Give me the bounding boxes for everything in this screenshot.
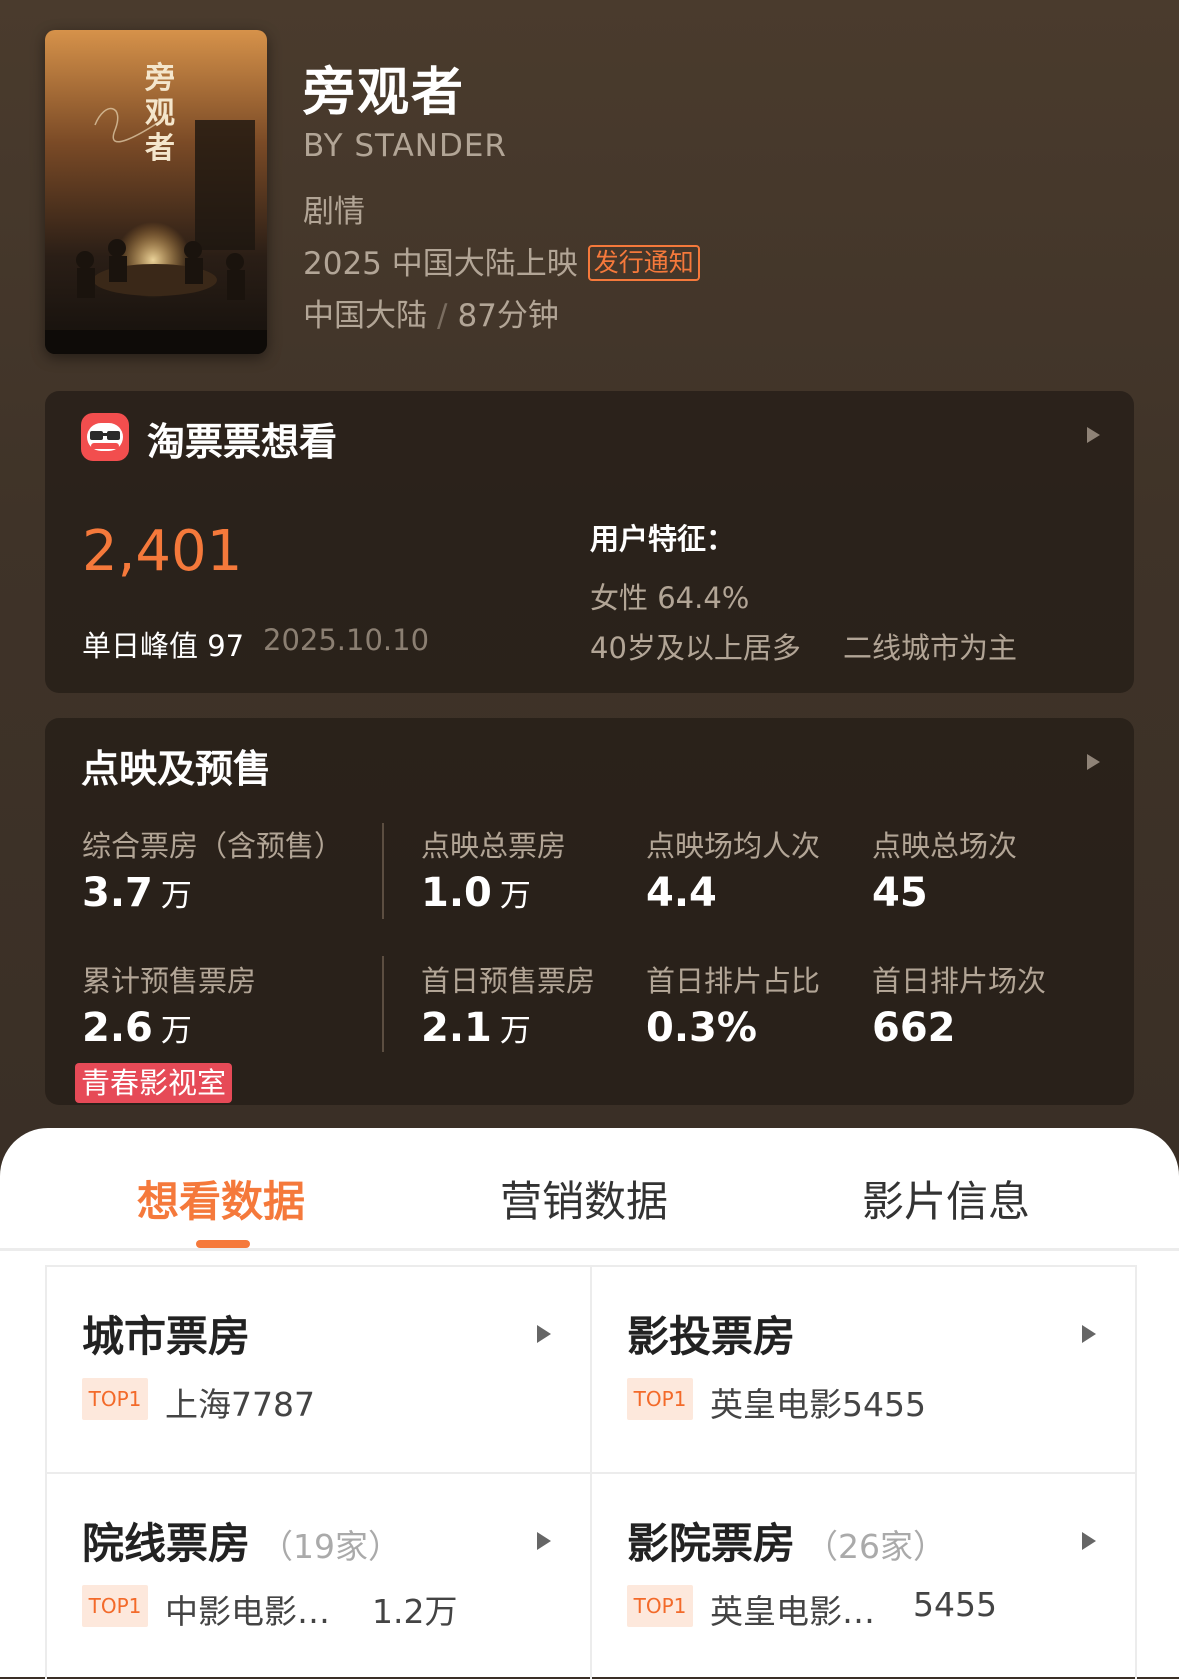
tab-movie-info[interactable]: 影片信息: [862, 1168, 1030, 1229]
stat-label: 点映总票房: [421, 829, 567, 863]
feature-age: 40岁及以上居多: [590, 631, 801, 665]
top1-badge: TOP1: [627, 1585, 693, 1627]
box-office-grid: 城市票房 TOP1 上海7787 影投票房 TOP1 英皇电影5455 院线票房…: [45, 1265, 1137, 1679]
stat-value: 45: [872, 870, 928, 916]
peak-date: 2025.10.10: [263, 623, 430, 657]
cell-title: 影院票房 （26家）: [627, 1519, 947, 1568]
cell-count: （19家）: [260, 1527, 402, 1566]
poster-title-glyph-2: 观: [145, 96, 175, 131]
active-tab-indicator: [196, 1240, 250, 1248]
stat-label: 累计预售票房: [82, 964, 257, 998]
top1-value: 1.2万: [372, 1592, 458, 1631]
chevron-right-icon[interactable]: [537, 1325, 551, 1343]
release-line: 2025 中国大陆上映 发行通知: [303, 238, 700, 283]
stat-label: 点映总场次: [872, 829, 1018, 863]
top1-name: 英皇电影…: [710, 1592, 875, 1631]
movie-genre: 剧情: [303, 194, 365, 230]
chevron-right-icon[interactable]: [1082, 1325, 1096, 1343]
tabs-divider: [0, 1248, 1179, 1251]
city-box-office-cell[interactable]: 城市票房 TOP1 上海7787: [47, 1267, 590, 1472]
stat-label: 综合票房（含预售）: [82, 829, 344, 863]
movie-poster[interactable]: 旁 观 者: [45, 30, 267, 354]
chain-box-office-cell[interactable]: 院线票房 （19家） TOP1 中影电影… 1.2万: [47, 1474, 590, 1679]
stat-value: 2.1 万: [421, 1005, 531, 1051]
taopiaopiao-app-icon: [81, 413, 129, 461]
data-sheet: 想看数据 营销数据 影片信息 城市票房 TOP1 上海7787 影投票房 TOP…: [0, 1128, 1179, 1679]
want-to-see-card[interactable]: 淘票票想看 2,401 单日峰值 97 2025.10.10 用户特征： 女性 …: [45, 391, 1134, 693]
cell-title: 影投票房: [627, 1312, 796, 1361]
presale-title: 点映及预售: [81, 747, 272, 791]
studio-tag: 青春影视室: [75, 1063, 233, 1103]
chevron-right-icon[interactable]: [1087, 427, 1100, 443]
feature-city: 二线城市为主: [843, 631, 1018, 665]
movie-duration: 87分钟: [457, 298, 559, 334]
top1-badge: TOP1: [82, 1378, 148, 1420]
poster-title-glyph-3: 者: [145, 131, 175, 166]
presale-card[interactable]: 点映及预售 综合票房（含预售） 3.7 万 点映总票房 1.0 万 点映场均人次 4…: [45, 718, 1134, 1105]
top1-badge: TOP1: [82, 1585, 148, 1627]
peak-label: 单日峰值 97: [82, 629, 245, 663]
investor-box-office-cell[interactable]: 影投票房 TOP1 英皇电影5455: [592, 1267, 1135, 1472]
cinema-box-office-cell[interactable]: 影院票房 （26家） TOP1 英皇电影… 5455: [592, 1474, 1135, 1679]
cell-title: 城市票房: [82, 1312, 251, 1361]
stats-divider: [382, 956, 384, 1052]
stat-label: 首日排片占比: [646, 964, 821, 998]
top1-name: 上海7787: [165, 1385, 315, 1424]
cell-title: 院线票房 （19家）: [82, 1519, 402, 1568]
movie-title: 旁观者: [303, 63, 466, 123]
top1-badge: TOP1: [627, 1378, 693, 1420]
want-to-see-title: 淘票票想看: [147, 420, 338, 464]
top1-name: 英皇电影5455: [710, 1385, 926, 1424]
want-to-see-count: 2,401: [82, 519, 243, 584]
chevron-right-icon[interactable]: [537, 1532, 551, 1550]
chevron-right-icon[interactable]: [1087, 754, 1100, 770]
stat-value: 2.6 万: [82, 1005, 192, 1051]
stats-divider: [382, 823, 384, 919]
stat-value: 1.0 万: [421, 870, 531, 916]
top1-value: 5455: [913, 1585, 997, 1624]
tab-marketing-data[interactable]: 营销数据: [500, 1168, 668, 1229]
feature-gender: 女性 64.4%: [590, 581, 750, 615]
user-features-title: 用户特征：: [590, 522, 736, 556]
poster-title-glyph-1: 旁: [144, 61, 175, 96]
release-text: 2025 中国大陆上映: [303, 246, 578, 282]
movie-region: 中国大陆: [303, 298, 427, 334]
movie-english-title: BY STANDER: [303, 128, 507, 164]
stat-label: 首日预售票房: [421, 964, 596, 998]
tab-want-to-see-data[interactable]: 想看数据: [137, 1168, 305, 1229]
stat-value: 662: [872, 1005, 956, 1051]
region-duration-line: 中国大陆 /87分钟: [303, 290, 559, 335]
stat-value: 0.3%: [646, 1005, 757, 1051]
top1-name: 中影电影…: [165, 1592, 330, 1631]
release-notice-badge[interactable]: 发行通知: [587, 245, 700, 281]
separator: /: [437, 298, 448, 334]
chevron-right-icon[interactable]: [1082, 1532, 1096, 1550]
stat-value: 3.7 万: [82, 870, 192, 916]
cell-count: （26家）: [805, 1527, 947, 1566]
stat-value: 4.4: [646, 870, 717, 916]
stat-label: 点映场均人次: [646, 829, 821, 863]
stat-label: 首日排片场次: [872, 964, 1047, 998]
